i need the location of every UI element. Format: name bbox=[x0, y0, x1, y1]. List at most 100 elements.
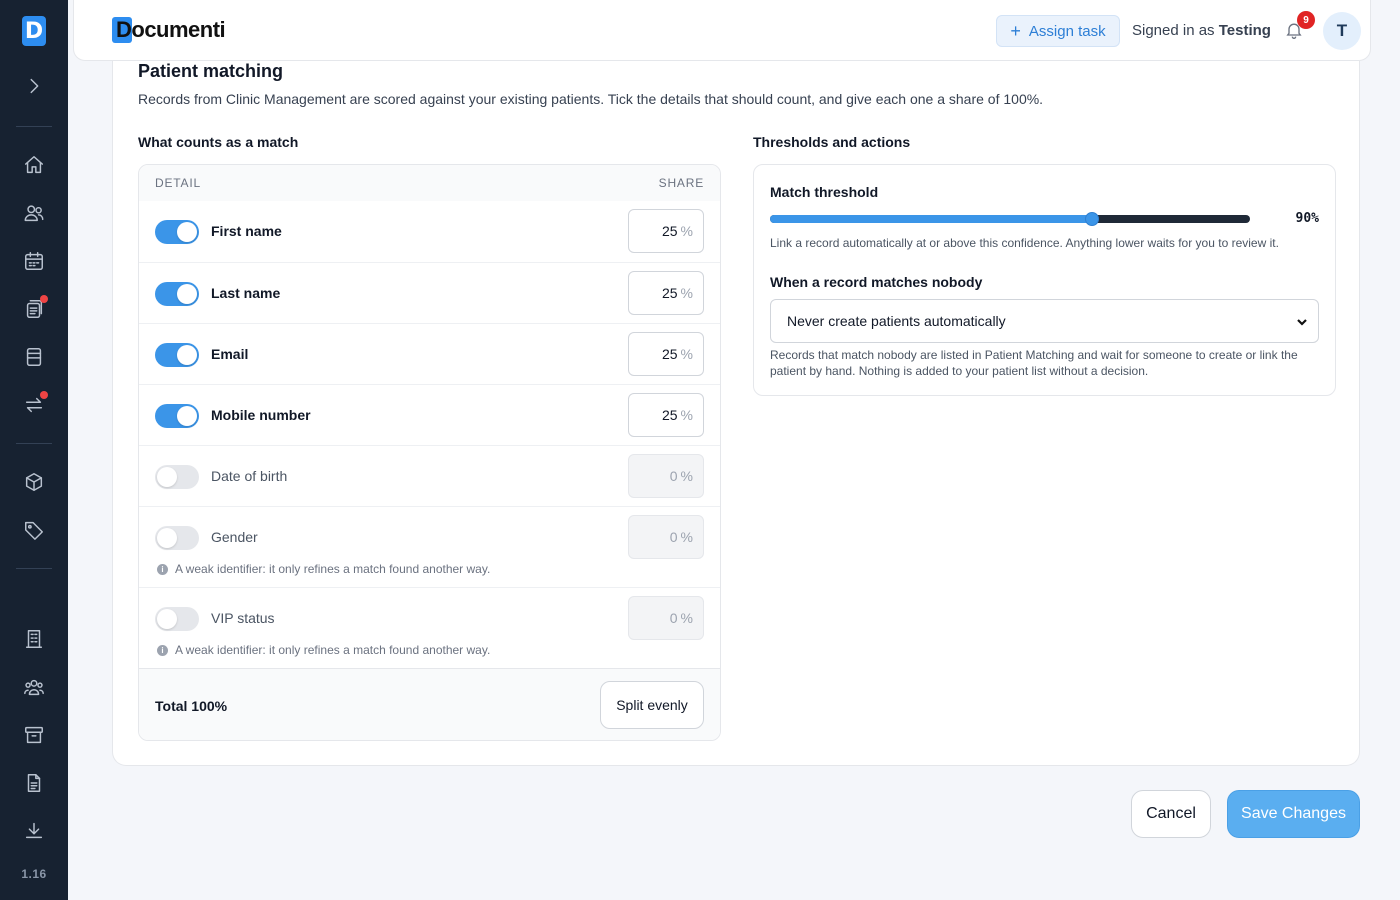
share-unit: % bbox=[680, 407, 693, 423]
share-input[interactable]: 25% bbox=[628, 271, 704, 315]
share-input[interactable]: 0% bbox=[628, 454, 704, 498]
app-logo[interactable]: D bbox=[22, 16, 46, 46]
no-match-help-text: Records that match nobody are listed in … bbox=[770, 348, 1298, 378]
brand-logo[interactable]: Documenti bbox=[112, 17, 226, 43]
detail-column-header: DETAIL bbox=[155, 176, 201, 190]
sidebar-item-downloads[interactable] bbox=[18, 815, 50, 847]
match-rows: First name 25% Last name 25% Email 25% Mobile … bbox=[139, 201, 720, 668]
match-detail-toggle[interactable] bbox=[155, 465, 199, 489]
match-row: VIP status 0% i A weak identifier: it only … bbox=[139, 587, 720, 668]
signed-in-prefix: Signed in as bbox=[1132, 22, 1215, 39]
share-input[interactable]: 0% bbox=[628, 515, 704, 559]
match-detail-label: Date of birth bbox=[211, 468, 288, 484]
building-icon bbox=[25, 630, 43, 648]
match-detail-toggle[interactable] bbox=[155, 526, 199, 550]
sidebar-item-team[interactable] bbox=[18, 671, 50, 703]
documents-alert-dot bbox=[40, 295, 48, 303]
share-value: 25 bbox=[661, 285, 678, 301]
match-detail-label: Email bbox=[211, 346, 249, 362]
page-description: Records from Clinic Management are score… bbox=[138, 91, 1044, 107]
sidebar: D 1.16 bbox=[0, 0, 68, 900]
signed-in-user: Testing bbox=[1218, 22, 1271, 39]
slider-handle[interactable] bbox=[1084, 212, 1099, 226]
share-input[interactable]: 25% bbox=[628, 393, 704, 437]
share-input[interactable]: 25% bbox=[628, 209, 704, 253]
match-threshold-value: 90% bbox=[1295, 211, 1319, 226]
share-unit: % bbox=[680, 285, 693, 301]
share-value: 0 bbox=[669, 610, 678, 626]
file-icon bbox=[27, 774, 41, 792]
notification-count-badge: 9 bbox=[1297, 11, 1315, 29]
sidebar-item-forms[interactable] bbox=[18, 341, 50, 373]
match-detail-label: First name bbox=[211, 223, 282, 239]
sidebar-item-tags[interactable] bbox=[18, 514, 50, 546]
threshold-help-text: Link a record automatically at or above … bbox=[770, 236, 1279, 250]
sidebar-divider bbox=[16, 443, 52, 444]
chevron-down-icon bbox=[1296, 315, 1308, 327]
expand-sidebar-button[interactable] bbox=[18, 70, 50, 102]
match-details-table: DETAIL SHARE First name 25% Last name 25% Em… bbox=[138, 164, 721, 741]
match-detail-toggle[interactable] bbox=[155, 404, 199, 428]
match-row: Last name 25% bbox=[139, 262, 720, 323]
sidebar-item-organization[interactable] bbox=[18, 623, 50, 655]
match-detail-toggle[interactable] bbox=[155, 343, 199, 367]
share-value: 25 bbox=[661, 407, 678, 423]
sidebar-item-files[interactable] bbox=[18, 767, 50, 799]
sidebar-item-calendar[interactable] bbox=[18, 245, 50, 277]
info-icon: i bbox=[157, 563, 168, 575]
user-avatar[interactable]: T bbox=[1323, 12, 1361, 50]
sidebar-divider bbox=[16, 568, 52, 569]
toggle-knob bbox=[157, 467, 177, 487]
table-footer: Total 100% Split evenly bbox=[139, 668, 720, 740]
slider-fill bbox=[770, 215, 1092, 223]
total-share: Total 100% bbox=[155, 698, 228, 714]
sidebar-item-documents[interactable] bbox=[18, 293, 50, 325]
toggle-knob bbox=[177, 222, 197, 242]
note-text: A weak identifier: it only refines a mat… bbox=[175, 643, 491, 657]
top-header: Documenti + Assign task Signed in as Tes… bbox=[73, 0, 1371, 61]
share-value: 25 bbox=[661, 223, 678, 239]
brand-name: Documenti bbox=[116, 17, 226, 42]
sidebar-item-transfer[interactable] bbox=[18, 389, 50, 421]
no-match-selected-value: Never create patients automatically bbox=[787, 313, 1006, 329]
assign-task-label: Assign task bbox=[1028, 22, 1106, 40]
archive-icon bbox=[25, 726, 43, 744]
weak-identifier-note: i A weak identifier: it only refines a ma… bbox=[157, 562, 490, 576]
share-input[interactable]: 0% bbox=[628, 596, 704, 640]
tag-icon bbox=[25, 521, 43, 540]
sidebar-item-users[interactable] bbox=[18, 197, 50, 229]
toggle-knob bbox=[157, 609, 177, 629]
match-detail-toggle[interactable] bbox=[155, 282, 199, 306]
match-row: Email 25% bbox=[139, 323, 720, 384]
team-icon bbox=[24, 679, 44, 696]
match-detail-label: Last name bbox=[211, 285, 281, 301]
notifications-button[interactable]: 9 bbox=[1284, 11, 1315, 42]
share-unit: % bbox=[680, 346, 693, 362]
match-detail-label: VIP status bbox=[211, 610, 275, 626]
assign-task-button[interactable]: + Assign task bbox=[996, 15, 1120, 47]
share-unit: % bbox=[680, 529, 693, 545]
weak-identifier-note: i A weak identifier: it only refines a ma… bbox=[157, 643, 490, 657]
save-changes-button[interactable]: Save Changes bbox=[1227, 790, 1360, 838]
no-match-action-select[interactable]: Never create patients automatically bbox=[770, 299, 1319, 343]
sidebar-item-packages[interactable] bbox=[18, 466, 50, 498]
sidebar-item-archive[interactable] bbox=[18, 719, 50, 751]
match-threshold-slider[interactable] bbox=[770, 212, 1250, 226]
app-version: 1.16 bbox=[21, 867, 47, 881]
share-value: 25 bbox=[661, 346, 678, 362]
cancel-button[interactable]: Cancel bbox=[1131, 790, 1211, 838]
patient-matching-card: Patient matching Records from Clinic Man… bbox=[112, 61, 1360, 766]
toggle-knob bbox=[157, 528, 177, 548]
no-match-label: When a record matches nobody bbox=[770, 274, 983, 290]
match-row: First name 25% bbox=[139, 201, 720, 262]
sidebar-item-home[interactable] bbox=[18, 149, 50, 181]
match-detail-toggle[interactable] bbox=[155, 220, 199, 244]
match-detail-label: Mobile number bbox=[211, 407, 311, 423]
match-section-title: What counts as a match bbox=[138, 134, 299, 150]
split-evenly-button[interactable]: Split evenly bbox=[600, 681, 704, 729]
share-value: 0 bbox=[669, 529, 678, 545]
match-detail-toggle[interactable] bbox=[155, 607, 199, 631]
share-input[interactable]: 25% bbox=[628, 332, 704, 376]
match-threshold-label: Match threshold bbox=[770, 184, 879, 200]
info-icon: i bbox=[157, 644, 168, 656]
